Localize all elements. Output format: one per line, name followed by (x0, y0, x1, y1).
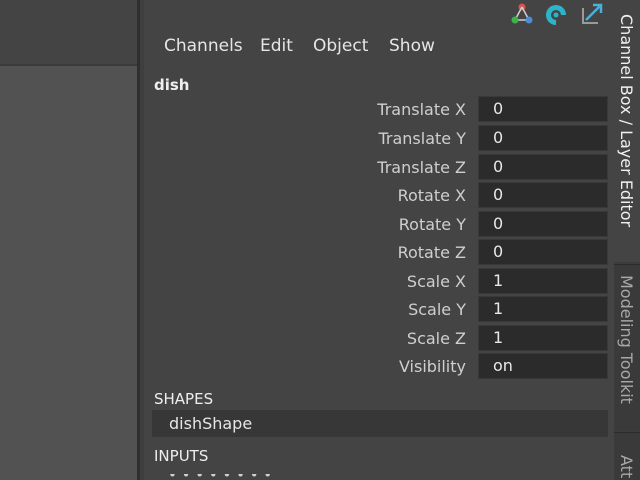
channel-value-field[interactable]: on (478, 353, 608, 379)
channel-label[interactable]: Rotate X (398, 186, 466, 205)
channel-row-translate-x[interactable]: Translate X 0 (144, 96, 614, 124)
channel-label[interactable]: Translate Y (378, 129, 466, 148)
channel-row-visibility[interactable]: Visibility on (144, 353, 614, 381)
channel-value-field[interactable]: 0 (478, 182, 608, 208)
channel-row-rotate-y[interactable]: Rotate Y 0 (144, 211, 614, 239)
tab-attribute-editor[interactable]: Att (614, 432, 640, 480)
channel-label[interactable]: Rotate Z (398, 243, 466, 262)
channel-row-translate-y[interactable]: Translate Y 0 (144, 125, 614, 153)
attribute-editor-icon[interactable] (510, 2, 534, 26)
channel-label[interactable]: Scale Y (408, 300, 466, 319)
channel-box-icon[interactable] (580, 2, 604, 26)
inputs-section-header: INPUTS (154, 447, 209, 465)
channel-value-field[interactable]: 1 (478, 296, 608, 322)
channel-row-rotate-x[interactable]: Rotate X 0 (144, 182, 614, 210)
tab-modeling-toolkit[interactable]: Modeling Toolkit (614, 264, 640, 430)
channel-box-panel: Channels Edit Object Show dish Translate… (144, 0, 614, 480)
channel-value-field[interactable]: 1 (478, 268, 608, 294)
channel-row-scale-x[interactable]: Scale X 1 (144, 268, 614, 296)
tab-label: Modeling Toolkit (617, 275, 636, 404)
channel-value-field[interactable]: 0 (478, 96, 608, 122)
shapes-section-header: SHAPES (154, 390, 214, 408)
menu-channels[interactable]: Channels (164, 36, 243, 56)
menu-object[interactable]: Object (313, 36, 368, 56)
channel-label[interactable]: Scale X (407, 272, 466, 291)
object-name[interactable]: dish (154, 76, 190, 94)
channel-label[interactable]: Translate X (377, 100, 466, 119)
tool-settings-icon[interactable] (544, 2, 568, 26)
channel-value-field[interactable]: 0 (478, 211, 608, 237)
menu-show[interactable]: Show (389, 36, 435, 56)
viewport-toolbar (0, 0, 137, 66)
tab-label: Att (617, 455, 636, 479)
channel-label[interactable]: Scale Z (407, 329, 466, 348)
channel-label[interactable]: Rotate Y (399, 215, 466, 234)
side-tab-strip: Channel Box / Layer Editor Modeling Tool… (614, 0, 640, 480)
channel-value-field[interactable]: 0 (478, 125, 608, 151)
channel-value-field[interactable]: 1 (478, 325, 608, 351)
tab-channel-box-layer-editor[interactable]: Channel Box / Layer Editor (614, 0, 640, 262)
channel-row-scale-z[interactable]: Scale Z 1 (144, 325, 614, 353)
channel-label[interactable]: Visibility (399, 357, 466, 376)
shape-node-row[interactable]: dishShape (152, 410, 608, 437)
channel-row-scale-y[interactable]: Scale Y 1 (144, 296, 614, 324)
channel-row-rotate-z[interactable]: Rotate Z 0 (144, 239, 614, 267)
input-node-row-partial[interactable]: • • • • • • • • (168, 474, 358, 480)
tab-label: Channel Box / Layer Editor (617, 14, 636, 228)
channel-row-translate-z[interactable]: Translate Z 0 (144, 154, 614, 182)
menu-edit[interactable]: Edit (260, 36, 293, 56)
input-node-name-clipped: • • • • • • • • (168, 474, 358, 480)
channel-value-field[interactable]: 0 (478, 239, 608, 265)
channel-value-field[interactable]: 0 (478, 154, 608, 180)
shape-node-name[interactable]: dishShape (169, 414, 252, 433)
channel-label[interactable]: Translate Z (377, 158, 466, 177)
viewport-panel[interactable] (0, 66, 137, 480)
